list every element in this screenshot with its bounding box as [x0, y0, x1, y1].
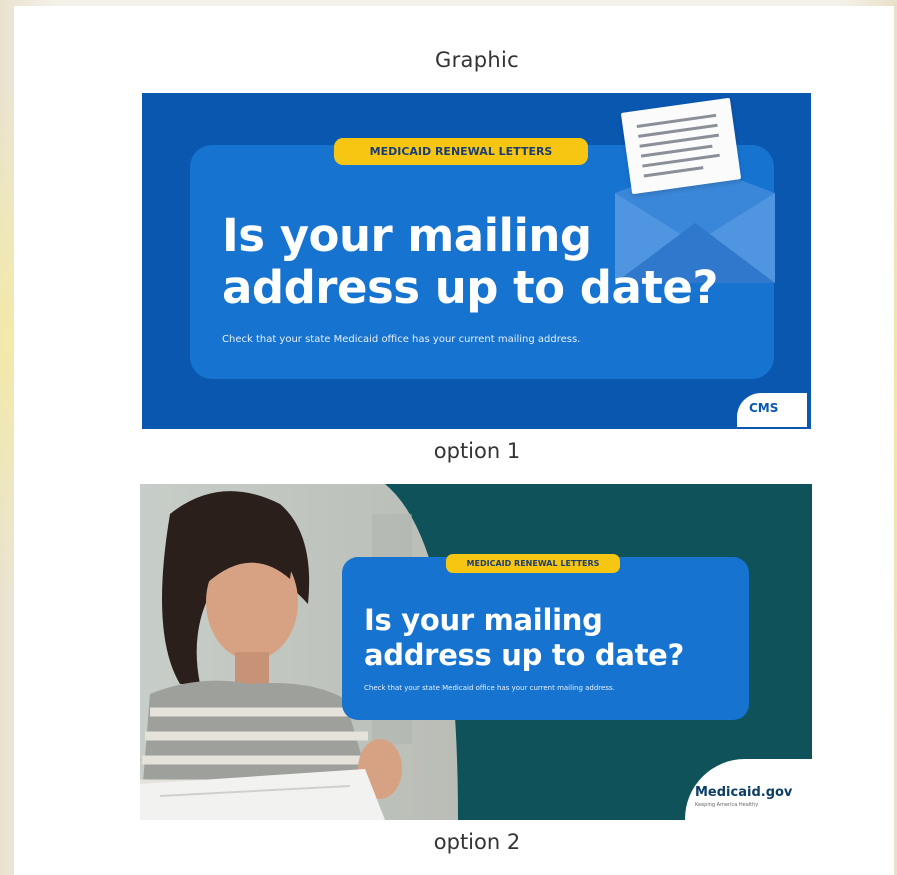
letter-paper-icon: [620, 97, 742, 195]
option1-pill: MEDICAID RENEWAL LETTERS: [334, 138, 588, 165]
page-heading: Graphic: [435, 48, 519, 72]
cms-logo: CMS: [737, 393, 807, 427]
option1-headline: Is your mailing address up to date?: [222, 209, 718, 314]
option2-subtext: Check that your state Medicaid office ha…: [364, 684, 615, 692]
option1-banner: MEDICAID RENEWAL LETTERS Is your mailing…: [142, 93, 811, 429]
option2-caption: option 2: [433, 830, 521, 854]
option2-headline: Is your mailing address up to date?: [364, 603, 685, 672]
option1-caption: option 1: [433, 439, 521, 463]
option1-subtext: Check that your state Medicaid office ha…: [222, 334, 581, 345]
option2-pill: MEDICAID RENEWAL LETTERS: [446, 554, 620, 573]
option2-banner: MEDICAID RENEWAL LETTERS Is your mailing…: [140, 484, 812, 820]
